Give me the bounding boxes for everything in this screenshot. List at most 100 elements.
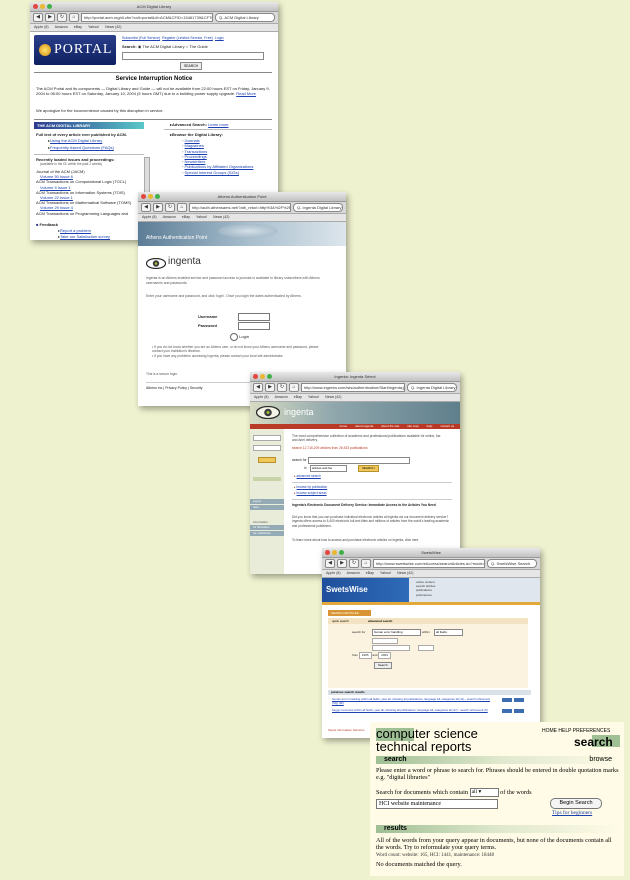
- login-button[interactable]: Login: [230, 333, 249, 341]
- link-text[interactable]: browse subject areas: [297, 491, 327, 495]
- year-to-select[interactable]: 2004: [378, 652, 391, 660]
- link-text[interactable]: Report a problem: [60, 228, 91, 233]
- feedback-link-1[interactable]: Report a problem: [58, 228, 91, 233]
- swets-footer[interactable]: Swets Information Services: [328, 728, 364, 733]
- browse-subject-link[interactable]: ▸ browse subject areas: [294, 491, 327, 496]
- minimize-icon[interactable]: [332, 550, 337, 555]
- year-from-select[interactable]: 1995: [358, 652, 372, 660]
- browse-publication-link[interactable]: ▸ browse by publication: [294, 485, 327, 490]
- subscribe-link[interactable]: Subscribe (Full Service): [122, 36, 160, 40]
- match-mode-select[interactable]: all ▾: [469, 788, 499, 798]
- field-select[interactable]: articles and fax: [310, 465, 347, 472]
- preferences-link[interactable]: PREFERENCES: [573, 728, 611, 734]
- nav-item[interactable]: contact us: [440, 424, 454, 429]
- home-icon[interactable]: ⌂: [361, 559, 371, 568]
- side-help[interactable]: help: [250, 505, 284, 510]
- address-bar[interactable]: http://portal.acm.org/dl.cfm?coll=portal…: [81, 13, 213, 22]
- bookmark-item[interactable]: News (42): [105, 25, 121, 29]
- feedback-link-2[interactable]: Take our Satisfaction survey: [58, 234, 110, 239]
- login-label[interactable]: Login: [239, 334, 249, 339]
- address-bar[interactable]: http://www.swetswise.com/eAccess/searchA…: [373, 559, 485, 568]
- google-search-field[interactable]: Q- Ingenta Digital Library: [407, 383, 457, 392]
- home-icon[interactable]: ⌂: [177, 203, 187, 212]
- zoom-icon[interactable]: [155, 194, 160, 199]
- bookmark-item[interactable]: Yahoo!: [380, 571, 391, 575]
- swets-query-input[interactable]: human error handling: [372, 629, 421, 636]
- bookmark-item[interactable]: Yahoo!: [196, 215, 207, 219]
- close-icon[interactable]: [253, 374, 258, 379]
- sidebar-button[interactable]: [258, 457, 276, 463]
- advanced-search-link[interactable]: ▸ advanced search: [294, 474, 321, 479]
- link-text[interactable]: Frequently Asked Questions (FAQs): [50, 145, 114, 150]
- bookmark-item[interactable]: News (42): [213, 215, 229, 219]
- link-text[interactable]: Transactions: [184, 149, 207, 154]
- option-select[interactable]: [372, 638, 398, 644]
- link-text[interactable]: advanced search: [297, 474, 321, 478]
- link-text[interactable]: Magazines: [185, 143, 204, 148]
- nav-item[interactable]: about ingenta: [355, 424, 373, 429]
- window-controls[interactable]: [325, 550, 344, 555]
- link-text[interactable]: Journals: [185, 138, 200, 143]
- nav-item[interactable]: site map: [407, 424, 418, 429]
- forward-icon[interactable]: ▶: [153, 203, 163, 212]
- side-logout[interactable]: logout: [250, 499, 284, 504]
- tips-link[interactable]: Tips for beginners: [552, 810, 592, 816]
- bookmark-item[interactable]: Amazon: [163, 215, 176, 219]
- bookmark-item[interactable]: News (42): [325, 395, 341, 399]
- reload-icon[interactable]: ↻: [277, 383, 287, 392]
- nav-item[interactable]: home: [340, 424, 348, 429]
- home-link[interactable]: HOME: [542, 728, 557, 734]
- rerun-button[interactable]: [502, 698, 512, 702]
- bookmark-item[interactable]: Apple (8): [34, 25, 49, 29]
- google-search-field[interactable]: Q- ACM Digital Library: [215, 13, 275, 22]
- acm-search-button[interactable]: SEARCH: [180, 62, 203, 70]
- swets-search-button[interactable]: Search: [374, 662, 392, 669]
- close-icon[interactable]: [325, 550, 330, 555]
- rerun-button[interactable]: [502, 709, 512, 713]
- search-tab[interactable]: search: [384, 756, 407, 764]
- radio-acm[interactable]: ◉: [138, 44, 142, 49]
- minimize-icon[interactable]: [40, 4, 45, 9]
- google-search-field[interactable]: Q- Ingenta Digital Library: [293, 203, 343, 212]
- link-text[interactable]: browse by publication: [297, 485, 328, 489]
- advanced-search-link[interactable]: Learn more: [208, 122, 228, 127]
- password-input[interactable]: [238, 322, 270, 330]
- home-icon[interactable]: ⌂: [289, 383, 299, 392]
- bookmark-item[interactable]: Amazon: [275, 395, 288, 399]
- minimize-icon[interactable]: [148, 194, 153, 199]
- bookmark-item[interactable]: Amazon: [55, 25, 68, 29]
- link-text[interactable]: Using the ACM Digital Library: [50, 138, 102, 143]
- link-text[interactable]: Newsletters: [185, 159, 206, 164]
- back-icon[interactable]: ◀: [141, 203, 151, 212]
- bookmark-item[interactable]: Amazon: [347, 571, 360, 575]
- link-text[interactable]: Special Interest Groups (SIGs): [185, 170, 239, 175]
- link-text[interactable]: Proceedings: [185, 154, 207, 159]
- delete-button[interactable]: [514, 709, 524, 713]
- side-librarians[interactable]: for librarians: [250, 525, 284, 530]
- forward-icon[interactable]: ▶: [337, 559, 347, 568]
- browse-tab[interactable]: browse: [589, 756, 612, 764]
- link-text[interactable]: Take our Satisfaction survey: [60, 234, 110, 239]
- reload-icon[interactable]: ↻: [349, 559, 359, 568]
- login-link[interactable]: Login: [215, 36, 224, 40]
- back-icon[interactable]: ◀: [253, 383, 263, 392]
- result-row[interactable]: human error modeling within all fields, …: [332, 697, 492, 706]
- username-input[interactable]: [238, 313, 270, 321]
- bookmark-item[interactable]: eBay: [182, 215, 190, 219]
- forward-icon[interactable]: ▶: [45, 13, 55, 22]
- close-icon[interactable]: [141, 194, 146, 199]
- bookmark-item[interactable]: Apple (8): [254, 395, 269, 399]
- sidebar-input[interactable]: [253, 435, 281, 441]
- query-input[interactable]: HCI website maintenance: [376, 799, 498, 809]
- forward-icon[interactable]: ▶: [265, 383, 275, 392]
- zoom-icon[interactable]: [267, 374, 272, 379]
- home-icon[interactable]: ⌂: [69, 13, 79, 22]
- sidebar-input[interactable]: [253, 445, 281, 451]
- window-controls[interactable]: [253, 374, 272, 379]
- reload-icon[interactable]: ↻: [165, 203, 175, 212]
- minimize-icon[interactable]: [260, 374, 265, 379]
- menu-item[interactable]: preferences: [416, 593, 435, 597]
- portal-logo[interactable]: PORTAL: [34, 35, 116, 65]
- bookmark-item[interactable]: eBay: [366, 571, 374, 575]
- address-bar[interactable]: http://www.ingenta.com/isis/authenticati…: [301, 383, 405, 392]
